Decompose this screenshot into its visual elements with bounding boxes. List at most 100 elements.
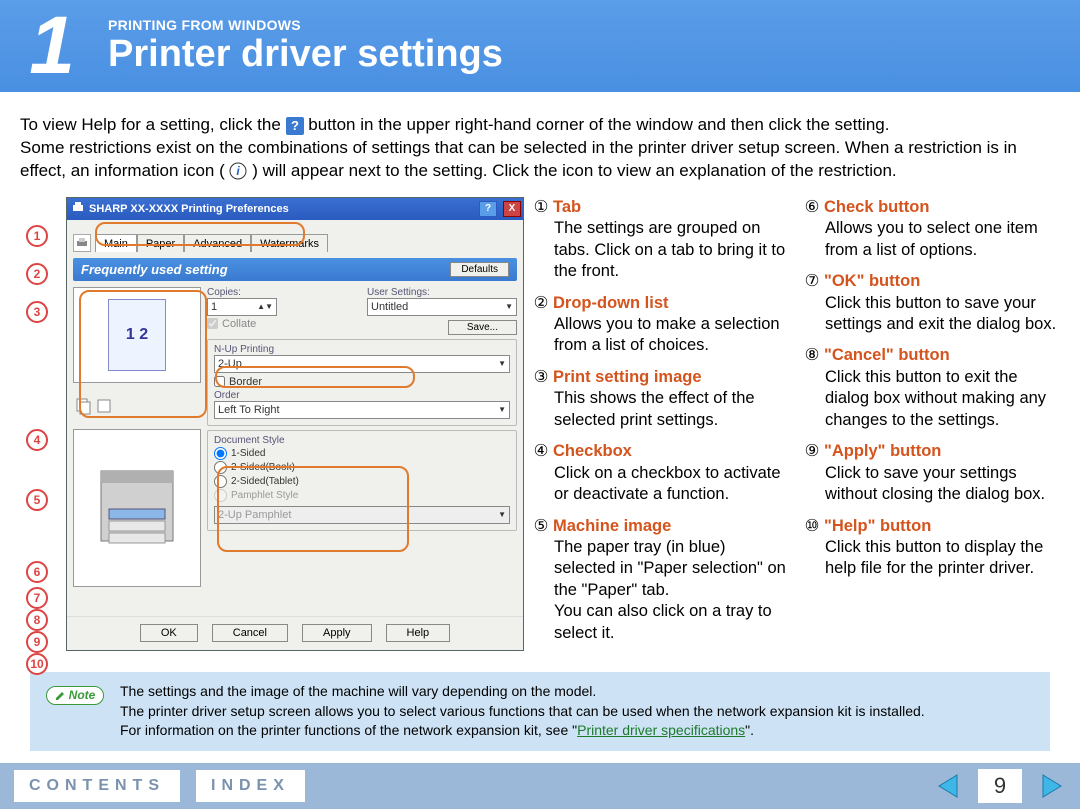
pages-icon-2[interactable] xyxy=(95,397,113,415)
docstyle-opt-1: 1-Sided xyxy=(231,448,265,459)
usersettings-dropdown[interactable]: Untitled▼ xyxy=(367,298,517,316)
order-dropdown[interactable]: Left To Right▼ xyxy=(214,401,510,419)
intro-text: To view Help for a setting, click the ? … xyxy=(0,92,1080,197)
titlebar-close-button[interactable]: X xyxy=(503,201,521,217)
freq-title: Frequently used setting xyxy=(81,262,228,277)
dtitle-checkbox: Checkbox xyxy=(553,442,632,460)
apply-button[interactable]: Apply xyxy=(302,624,372,642)
page-number: 9 xyxy=(978,769,1022,803)
callout-marker-3: 3 xyxy=(26,301,48,323)
docstyle-radio-1[interactable] xyxy=(214,447,227,460)
index-button[interactable]: INDEX xyxy=(196,770,305,802)
callout-marker-7: 7 xyxy=(26,587,48,609)
docstyle-label: Document Style xyxy=(214,435,510,446)
callout-marker-6: 6 xyxy=(26,561,48,583)
page-title: Printer driver settings xyxy=(108,33,503,76)
dtitle-printimg: Print setting image xyxy=(553,368,702,386)
footer-bar: CONTENTS INDEX 9 xyxy=(0,763,1080,809)
next-page-button[interactable] xyxy=(1038,772,1066,800)
dtitle-cancel: "Cancel" button xyxy=(824,346,950,364)
prev-page-button[interactable] xyxy=(934,772,962,800)
screenshot-column: 1 2 3 4 5 6 7 8 9 10 SHARP XX-XXXX Print… xyxy=(20,197,524,654)
preview-mode-icons xyxy=(73,389,201,423)
order-value: Left To Right xyxy=(218,404,280,416)
dtitle-tab: Tab xyxy=(553,198,581,216)
dnum-3: ③ xyxy=(532,369,550,387)
dbody-dropdown: Allows you to make a selection from a li… xyxy=(532,314,789,357)
printer-icon xyxy=(71,200,85,217)
help-question-icon: ? xyxy=(286,117,304,135)
note-badge: Note xyxy=(46,686,105,705)
note-box: Note The settings and the image of the m… xyxy=(30,672,1050,751)
dtitle-apply: "Apply" button xyxy=(824,442,941,460)
dbody-tab: The settings are grouped on tabs. Click … xyxy=(532,218,789,282)
note-line-1: The settings and the image of the machin… xyxy=(120,682,925,702)
note-label: Note xyxy=(69,687,96,704)
order-label: Order xyxy=(214,390,510,401)
docstyle-radio-4 xyxy=(214,489,227,502)
breadcrumb: PRINTING FROM WINDOWS xyxy=(108,17,503,33)
dnum-7: ⑦ xyxy=(803,273,821,291)
dtitle-help: "Help" button xyxy=(824,517,931,535)
pages-icon[interactable] xyxy=(75,397,93,415)
note-text: The settings and the image of the machin… xyxy=(120,682,925,741)
contents-button[interactable]: CONTENTS xyxy=(14,770,180,802)
tab-paper[interactable]: Paper xyxy=(137,234,184,253)
dnum-4: ④ xyxy=(532,443,550,461)
docstyle-opt-4: Pamphlet Style xyxy=(231,490,298,501)
chevron-down-icon: ▼ xyxy=(505,302,513,311)
note-line-2: The printer driver setup screen allows y… xyxy=(120,702,925,722)
help-button[interactable]: Help xyxy=(386,624,451,642)
note-line-3: For information on the printer functions… xyxy=(120,722,577,738)
nup-value: 2-Up xyxy=(218,358,242,370)
cancel-button[interactable]: Cancel xyxy=(212,624,288,642)
tab-watermarks[interactable]: Watermarks xyxy=(251,234,328,253)
pamphlet-dropdown: 2-Up Pamphlet▼ xyxy=(214,506,510,524)
pencil-icon xyxy=(55,691,65,701)
save-settings-button[interactable]: Save... xyxy=(448,320,517,335)
note-link[interactable]: Printer driver specifications xyxy=(577,722,745,738)
dbody-checkbtn: Allows you to select one item from a lis… xyxy=(803,218,1060,261)
border-label: Border xyxy=(229,376,262,388)
copies-label: Copies: xyxy=(207,287,357,298)
pamphlet-value: 2-Up Pamphlet xyxy=(218,509,291,521)
intro-part4: ) will appear next to the setting. Click… xyxy=(252,161,896,180)
descriptions-right: ⑥Check buttonAllows you to select one it… xyxy=(803,197,1060,654)
dnum-8: ⑧ xyxy=(803,347,821,365)
copies-spinner[interactable]: 1▲▼ xyxy=(207,298,277,316)
border-checkbox[interactable] xyxy=(214,376,225,387)
dialog-screenshot: SHARP XX-XXXX Printing Preferences ? X M… xyxy=(66,197,524,651)
note-trail: ". xyxy=(745,722,754,738)
page-header: 1 PRINTING FROM WINDOWS Printer driver s… xyxy=(0,0,1080,92)
print-setting-image: 1 2 xyxy=(73,287,201,383)
tab-main[interactable]: Main xyxy=(95,234,137,253)
dnum-5: ⑤ xyxy=(532,517,550,535)
dnum-10: ⑩ xyxy=(803,517,821,535)
dtitle-machine: Machine image xyxy=(553,517,671,535)
collate-label: Collate xyxy=(222,318,256,330)
docstyle-radio-3[interactable] xyxy=(214,475,227,488)
docstyle-opt-2: 2-Sided(Book) xyxy=(231,462,295,473)
callout-marker-8: 8 xyxy=(26,609,48,631)
chevron-down-icon: ▼ xyxy=(498,359,506,368)
titlebar-help-button[interactable]: ? xyxy=(479,201,497,217)
dtitle-checkbtn: Check button xyxy=(824,198,929,216)
dbody-printimg: This shows the effect of the selected pr… xyxy=(532,388,789,431)
defaults-button[interactable]: Defaults xyxy=(450,262,509,277)
dtitle-ok: "OK" button xyxy=(824,272,920,290)
dialog-button-row: OK Cancel Apply Help xyxy=(67,616,523,650)
dialog-tabs: Main Paper Advanced Watermarks xyxy=(67,220,523,252)
svg-text:?: ? xyxy=(291,118,299,133)
ok-button[interactable]: OK xyxy=(140,624,198,642)
docstyle-radio-2[interactable] xyxy=(214,461,227,474)
tab-advanced[interactable]: Advanced xyxy=(184,234,251,253)
nup-dropdown[interactable]: 2-Up ▼ xyxy=(214,355,510,373)
callout-marker-4: 4 xyxy=(26,429,48,451)
dialog-titlebar: SHARP XX-XXXX Printing Preferences ? X xyxy=(67,198,523,220)
callout-marker-5: 5 xyxy=(26,489,48,511)
callout-marker-1: 1 xyxy=(26,225,48,247)
machine-image[interactable] xyxy=(73,429,201,587)
callout-marker-10: 10 xyxy=(26,653,48,675)
preview-digits: 1 2 xyxy=(126,326,148,344)
printer-small-icon xyxy=(73,234,91,252)
